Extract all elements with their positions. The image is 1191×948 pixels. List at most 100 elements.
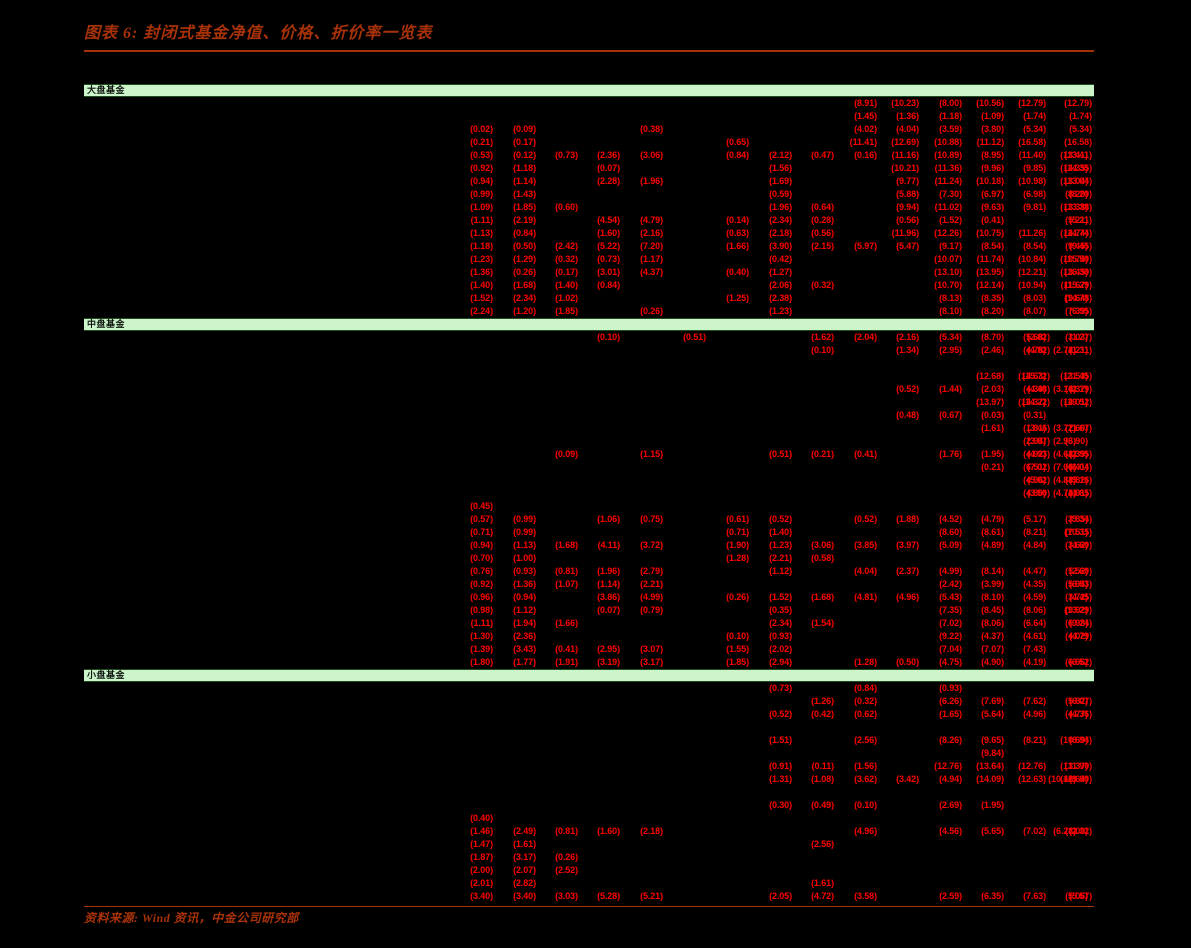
table-cell: (2.56) [854, 735, 877, 745]
table-cell: (1.09) [470, 202, 493, 212]
table-cell: (9.96) [981, 163, 1004, 173]
table-row: (2.01) (2.82) (1.61) [84, 877, 1094, 890]
table-cell: (0.58) [811, 553, 834, 563]
table-cell: (2.02) [769, 644, 792, 654]
table-cell: (8.61) [981, 527, 1004, 537]
table-row: (1.46) (2.49) (0.81) (1.60) (2.18) (4.96) (4.5… [84, 825, 1094, 838]
table-cell: (4.59) [1023, 592, 1046, 602]
table-cell: (8.54) [981, 241, 1004, 251]
table-row: (0.70) (1.00) (1.28) (2.21) (0.58) [84, 552, 1094, 565]
table-cell: (1.74) [1023, 111, 1046, 121]
table-cell: (2.16) [896, 332, 919, 342]
table-row: (1.39) (3.43) (0.41) (2.95) (3.07) (1.55) (2.0… [84, 643, 1094, 656]
table-row: (0.99) (1.43) (0.59) (5.88) (7.30) (6.97) (6.9… [84, 188, 1094, 201]
table-row: (2.00) (2.07) (2.52) [84, 864, 1094, 877]
table-cell: (2.34) [513, 293, 536, 303]
table-cell: (5.43) [939, 592, 962, 602]
table-cell: (1.09) [981, 111, 1004, 121]
table-cell: (2.42) [939, 579, 962, 589]
fund-table: 大盘基金 (8.91) (10.23) (8.00) (10.56) (12.79) (1.… [84, 84, 1094, 902]
table-cell: (2.52) [555, 865, 578, 875]
table-cell: (4.35) [1023, 579, 1046, 589]
table-cell: (1.12) [513, 605, 536, 615]
table-cell: (2.21) [769, 553, 792, 563]
table-cell: (11.74) [976, 254, 1004, 264]
table-cell: (8.45) [981, 605, 1004, 615]
table-cell: (3.62) [854, 774, 877, 784]
group-header-label: 中盘基金 [87, 319, 126, 329]
table-cell: (10.70) [934, 280, 962, 290]
table-cell: (1.91) [555, 657, 578, 667]
table-cell: (1.52) [470, 293, 493, 303]
table-cell: (1.26) [811, 696, 834, 706]
table-cell: (0.41) [854, 449, 877, 459]
table-cell: (0.28) [811, 215, 834, 225]
table-row: (1.47) (1.61) (2.56) [84, 838, 1094, 851]
table-cell: (3.17) [640, 657, 663, 667]
table-cell: (1.67) [1069, 423, 1092, 433]
table-cell: (0.52) [854, 514, 877, 524]
table-cell: (1.68) [555, 540, 578, 550]
table-cell: (8.21) [1023, 735, 1046, 745]
table-cell: (0.26) [513, 267, 536, 277]
table-cell: (1.62) [811, 332, 834, 342]
table-cell: (1.17) [640, 254, 663, 264]
table-cell: (0.09) [555, 449, 578, 459]
table-cell: (7.62) [1023, 696, 1046, 706]
table-cell: (2.28) [597, 176, 620, 186]
table-cell: (12.69) [891, 137, 919, 147]
table-cell: (2.18) [769, 228, 792, 238]
page-title: 图表 6: 封闭式基金净值、价格、折价率一览表 [84, 25, 433, 42]
table-cell: (0.42) [811, 709, 834, 719]
table-cell: (0.79) [640, 605, 663, 615]
table-cell: (2.05) [769, 891, 792, 901]
table-cell: (13.97) [976, 397, 1004, 407]
table-cell: (2.34) [769, 215, 792, 225]
table-row: (1.45) (1.36) (1.18) (1.09) (1.74) [84, 110, 1094, 123]
table-cell: (2.16) [640, 228, 663, 238]
table-cell: (1.13) [513, 540, 536, 550]
table-cell: (9.85) [1023, 163, 1046, 173]
table-cell: (9.77) [896, 176, 919, 186]
table-cell: (8.13) [939, 293, 962, 303]
table-cell: (0.94) [513, 592, 536, 602]
table-cell: (5.97) [854, 241, 877, 251]
table-cell: (8.14) [981, 566, 1004, 576]
footer-divider [84, 906, 1094, 907]
table-cell: (4.79) [640, 215, 663, 225]
table-cell: (8.70) [981, 332, 1004, 342]
table-row: (0.94) (1.14) (2.28) (1.96) (1.69) (9.77) (11.… [84, 175, 1094, 188]
table-row: (1.26) (0.32) (6.26) (7.69) (7.62) (5.82) [84, 695, 1094, 708]
table-cell: (0.09) [513, 124, 536, 134]
table-cell: (5.88) [896, 189, 919, 199]
table-row: (1.23) (1.29) (0.32) (0.73) (1.17) (0.42) (10.… [84, 253, 1094, 266]
table-row: (0.76) (0.93) (0.81) (1.96) (2.79) (1.12) (4.0… [84, 565, 1094, 578]
table-cell: (5.34) [1069, 124, 1092, 134]
table-cell: (1.61) [513, 839, 536, 849]
table-cell: (0.84) [597, 280, 620, 290]
table-cell: (0.71) [726, 527, 749, 537]
table-cell: (0.47) [811, 150, 834, 160]
table-cell: (1.69) [769, 176, 792, 186]
table-cell: (2.60) [1069, 566, 1092, 576]
table-cell: (10.18) [976, 176, 1004, 186]
table-cell: (0.59) [769, 189, 792, 199]
table-cell: (8.06) [1023, 605, 1046, 615]
table-cell: (11.24) [934, 176, 962, 186]
table-cell: (12.79) [1018, 98, 1046, 108]
table-cell: (4.56) [939, 826, 962, 836]
table-cell: (0.32) [811, 280, 834, 290]
table-cell: (8.35) [981, 293, 1004, 303]
table-row [84, 786, 1094, 799]
table-cell: (1.90) [726, 540, 749, 550]
table-cell: (0.32) [555, 254, 578, 264]
table-cell: (2.82) [1027, 332, 1050, 342]
table-row: (13.97) (14.37) (14.01) [84, 396, 1094, 409]
table-cell: (0.16) [854, 150, 877, 160]
table-cell: (0.67) [939, 410, 962, 420]
table-cell: (3.40) [513, 891, 536, 901]
table-row: (0.21) (6.51) (6.41) [84, 461, 1094, 474]
table-cell: (7.07) [981, 644, 1004, 654]
table-cell: (4.04) [854, 566, 877, 576]
table-cell: (1.96) [597, 566, 620, 576]
